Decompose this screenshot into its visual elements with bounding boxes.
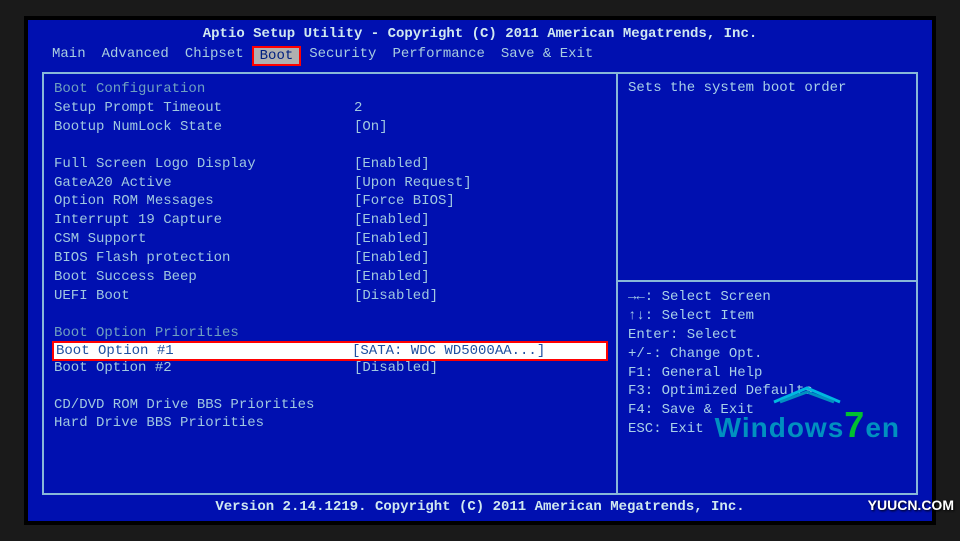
field-label: Interrupt 19 Capture — [54, 211, 354, 230]
field-label: Setup Prompt Timeout — [54, 99, 354, 118]
watermark-corner: YUUCN.COM — [868, 497, 954, 513]
menu-performance[interactable]: Performance — [384, 46, 492, 66]
field-label: CSM Support — [54, 230, 354, 249]
help-enter: Enter: Select — [628, 326, 906, 345]
field-gatea20[interactable]: GateA20 Active [Upon Request] — [54, 174, 606, 193]
field-value: [Enabled] — [354, 268, 606, 287]
boot-option-2[interactable]: Boot Option #2 [Disabled] — [54, 359, 606, 378]
field-value: [Enabled] — [354, 155, 606, 174]
field-value: [Upon Request] — [354, 174, 606, 193]
boot-option-1[interactable]: Boot Option #1 [SATA: WDC WD5000AA...] — [52, 341, 608, 361]
submenu-cd-dvd-bbs[interactable]: CD/DVD ROM Drive BBS Priorities — [54, 396, 606, 415]
field-value: [SATA: WDC WD5000AA...] — [352, 343, 606, 359]
field-label: Full Screen Logo Display — [54, 155, 354, 174]
field-label: Option ROM Messages — [54, 192, 354, 211]
field-value: [Enabled] — [354, 249, 606, 268]
help-description: Sets the system boot order — [628, 80, 906, 280]
field-option-rom[interactable]: Option ROM Messages [Force BIOS] — [54, 192, 606, 211]
field-label: UEFI Boot — [54, 287, 354, 306]
field-value: [On] — [354, 118, 606, 137]
field-value: [Force BIOS] — [354, 192, 606, 211]
menu-advanced[interactable]: Advanced — [94, 46, 177, 66]
help-change-opt: +/-: Change Opt. — [628, 345, 906, 364]
field-label: Boot Option #1 — [54, 343, 352, 359]
help-save-reset: F4: Save & Exit — [628, 401, 906, 420]
field-label: BIOS Flash protection — [54, 249, 354, 268]
help-select-screen: →←: Select Screen — [628, 288, 906, 307]
help-general: F1: General Help — [628, 364, 906, 383]
field-bootup-numlock[interactable]: Bootup NumLock State [On] — [54, 118, 606, 137]
menu-main[interactable]: Main — [44, 46, 94, 66]
settings-panel: Boot Configuration Setup Prompt Timeout … — [44, 74, 616, 493]
menu-save-exit[interactable]: Save & Exit — [493, 46, 601, 66]
field-value: [Enabled] — [354, 211, 606, 230]
help-select-item: ↑↓: Select Item — [628, 307, 906, 326]
field-label: Boot Option #2 — [54, 359, 354, 378]
field-boot-success-beep[interactable]: Boot Success Beep [Enabled] — [54, 268, 606, 287]
bios-title: Aptio Setup Utility - Copyright (C) 2011… — [34, 24, 926, 44]
field-value: [Enabled] — [354, 230, 606, 249]
menu-boot[interactable]: Boot — [252, 46, 302, 66]
field-value: [Disabled] — [354, 287, 606, 306]
help-esc: ESC: Exit — [628, 420, 906, 439]
field-value: 2 — [354, 99, 606, 118]
field-label: Bootup NumLock State — [54, 118, 354, 137]
field-setup-prompt-timeout[interactable]: Setup Prompt Timeout 2 — [54, 99, 606, 118]
boot-config-header: Boot Configuration — [54, 80, 606, 99]
submenu-hard-drive-bbs[interactable]: Hard Drive BBS Priorities — [54, 414, 606, 433]
field-bios-flash-protection[interactable]: BIOS Flash protection [Enabled] — [54, 249, 606, 268]
field-interrupt-19[interactable]: Interrupt 19 Capture [Enabled] — [54, 211, 606, 230]
field-value: [Disabled] — [354, 359, 606, 378]
key-help: →←: Select Screen ↑↓: Select Item Enter:… — [618, 280, 916, 439]
help-panel: Sets the system boot order →←: Select Sc… — [616, 74, 916, 493]
menu-bar: Main Advanced Chipset Boot Security Perf… — [34, 44, 926, 72]
bios-footer: Version 2.14.1219. Copyright (C) 2011 Am… — [34, 497, 926, 517]
menu-security[interactable]: Security — [301, 46, 384, 66]
content-frame: Boot Configuration Setup Prompt Timeout … — [42, 72, 918, 495]
field-full-screen-logo[interactable]: Full Screen Logo Display [Enabled] — [54, 155, 606, 174]
help-optimized-defaults: F3: Optimized Defaults — [628, 382, 906, 401]
field-label: GateA20 Active — [54, 174, 354, 193]
menu-chipset[interactable]: Chipset — [177, 46, 252, 66]
field-csm-support[interactable]: CSM Support [Enabled] — [54, 230, 606, 249]
field-uefi-boot[interactable]: UEFI Boot [Disabled] — [54, 287, 606, 306]
field-label: Boot Success Beep — [54, 268, 354, 287]
